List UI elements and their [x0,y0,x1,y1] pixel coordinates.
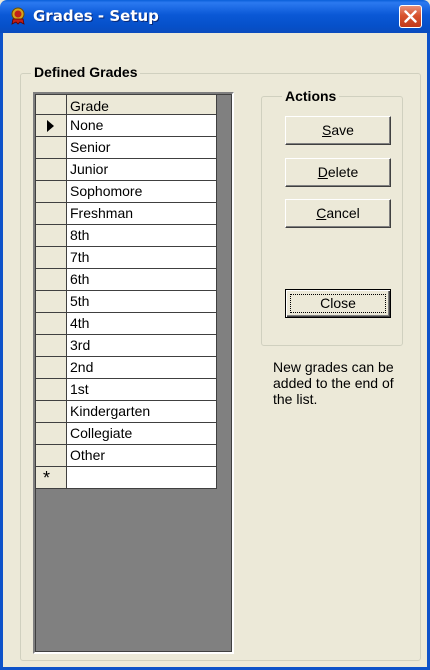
window-frame-left [0,33,3,670]
grades-grid[interactable]: Grade None Senior Junior Sophomore Freshman 8… [33,92,234,654]
delete-button[interactable]: Delete [285,158,391,187]
row-selector[interactable] [36,379,67,401]
row-selector[interactable] [36,181,67,203]
title-bar[interactable]: Grades - Setup [0,0,430,33]
grade-cell[interactable]: Collegiate [67,423,217,445]
table-row[interactable]: 6th [36,269,217,291]
cancel-mnemonic: C [316,205,327,221]
grade-cell[interactable]: 5th [67,291,217,313]
row-selector[interactable] [36,269,67,291]
grade-cell[interactable]: Kindergarten [67,401,217,423]
grade-cell[interactable]: 4th [67,313,217,335]
grade-cell[interactable]: 3rd [67,335,217,357]
new-record-row[interactable]: * [36,467,217,489]
row-selector[interactable] [36,137,67,159]
grade-cell[interactable]: 8th [67,225,217,247]
grid-header: Grade [36,95,217,115]
header-selector-cell[interactable] [36,95,67,115]
delete-label: elete [327,164,359,180]
cancel-button[interactable]: Cancel [285,199,391,228]
row-selector[interactable] [36,115,67,137]
table-row[interactable]: Junior [36,159,217,181]
table-row[interactable]: 1st [36,379,217,401]
table-row[interactable]: Collegiate [36,423,217,445]
cancel-label: ancel [326,205,360,221]
table-row[interactable]: 2nd [36,357,217,379]
close-label: Close [320,295,356,311]
save-button[interactable]: Save [285,116,391,145]
grade-cell[interactable]: 1st [67,379,217,401]
grade-cell[interactable]: 7th [67,247,217,269]
table-row[interactable]: Kindergarten [36,401,217,423]
row-selector[interactable] [36,225,67,247]
row-selector[interactable]: * [36,467,67,489]
grade-column-header[interactable]: Grade [67,95,217,115]
row-selector[interactable] [36,313,67,335]
table-row[interactable]: Senior [36,137,217,159]
grade-cell[interactable]: Junior [67,159,217,181]
window-title: Grades - Setup [33,7,159,25]
grade-cell[interactable]: 2nd [67,357,217,379]
row-selector[interactable] [36,401,67,423]
row-selector[interactable] [36,247,67,269]
delete-mnemonic: D [317,164,328,180]
table-row[interactable]: Freshman [36,203,217,225]
table-row[interactable]: 8th [36,225,217,247]
grade-cell[interactable]: None [67,115,217,137]
row-selector[interactable] [36,291,67,313]
actions-label: Actions [282,88,340,104]
row-selector[interactable] [36,445,67,467]
save-label: ave [331,122,354,138]
close-icon [404,10,417,23]
table-row[interactable]: None [36,115,217,137]
grade-cell[interactable]: Sophomore [67,181,217,203]
table-row[interactable]: Sophomore [36,181,217,203]
table-row[interactable]: 4th [36,313,217,335]
grade-cell[interactable]: Freshman [67,203,217,225]
grade-cell[interactable]: Other [67,445,217,467]
row-selector[interactable] [36,159,67,181]
row-selector[interactable] [36,423,67,445]
grade-cell[interactable]: Senior [67,137,217,159]
save-mnemonic: S [322,122,332,138]
defined-grades-label: Defined Grades [31,64,141,80]
close-button[interactable]: Close [285,289,391,318]
row-selector[interactable] [36,335,67,357]
grid-body: Grade None Senior Junior Sophomore Freshman 8… [35,94,232,652]
row-pointer-icon [47,120,54,132]
table-row[interactable]: 7th [36,247,217,269]
app-icon [9,7,27,25]
row-selector[interactable] [36,357,67,379]
table-row[interactable]: Other [36,445,217,467]
new-grade-cell[interactable] [67,467,217,489]
new-record-marker: * [43,468,51,488]
help-note: New grades can be added to the end of th… [273,359,394,407]
grade-cell[interactable]: 6th [67,269,217,291]
table-row[interactable]: 5th [36,291,217,313]
table-row[interactable]: 3rd [36,335,217,357]
row-selector[interactable] [36,203,67,225]
close-window-button[interactable] [399,5,422,28]
